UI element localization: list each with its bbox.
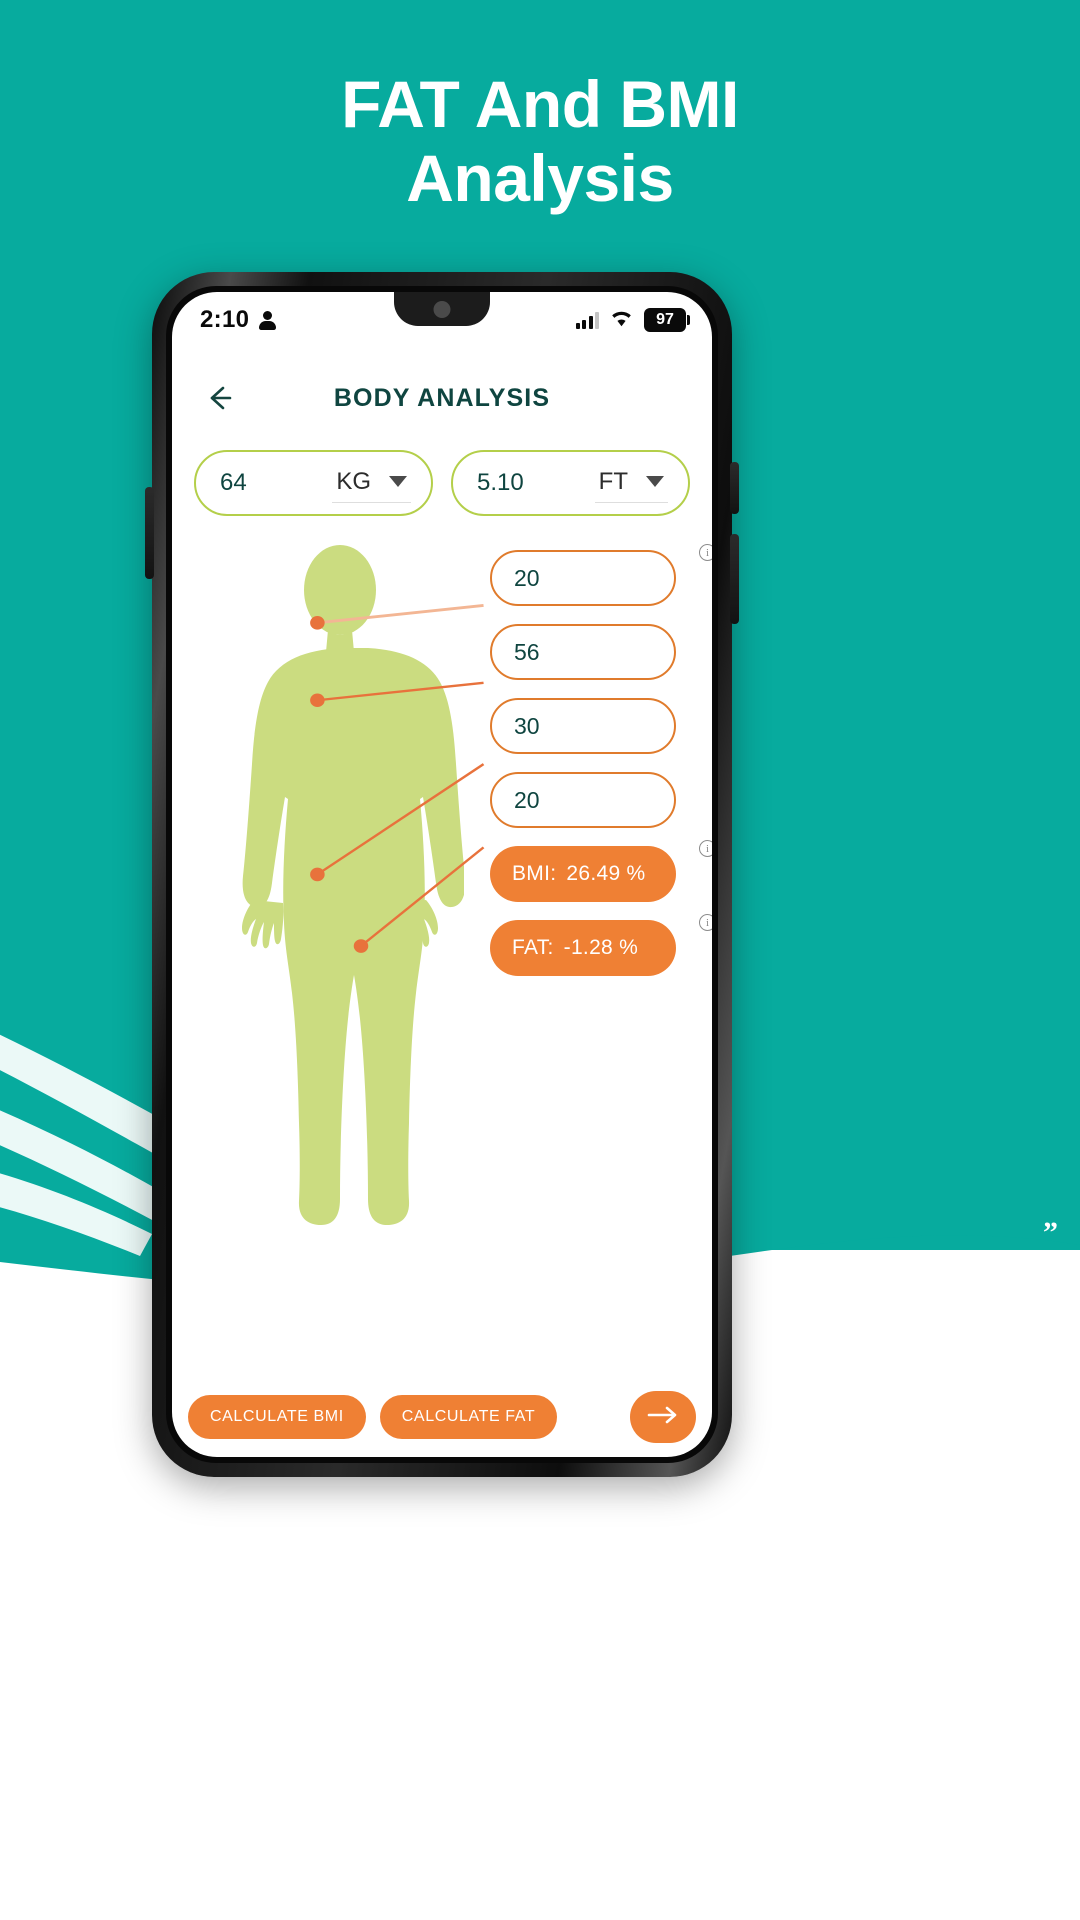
chest-measurement-input[interactable]: 56 [490,624,676,680]
camera-notch [394,292,490,326]
result-row-bmi: BMI: 26.49 % i [490,840,712,902]
chevron-down-icon [389,476,407,487]
unit-input-row: 64 KG 5.10 FT [172,450,712,516]
weight-unit-label: KG [336,467,371,495]
body-analysis-area: 20 i 56 30 20 BMI: 26.49 % i FAT: -1.28 … [172,528,712,1457]
phone-screen: 2:10 97 BODY ANALYSIS 64 KG 5.10 FT 20 i… [172,292,712,1457]
bmi-result-pill: BMI: 26.49 % [490,846,676,902]
decorative-quote-mark: ” [1043,1216,1058,1249]
height-value[interactable]: 5.10 [477,469,524,497]
hip-measurement-input[interactable]: 20 [490,772,676,828]
next-button[interactable] [630,1391,696,1443]
measurement-row-neck: 20 i [490,544,712,606]
status-bar-left: 2:10 [200,306,277,334]
phone-bezel: 2:10 97 BODY ANALYSIS 64 KG 5.10 FT 20 i… [166,286,718,1463]
status-bar-right: 97 [575,308,690,332]
waist-measurement-input[interactable]: 30 [490,698,676,754]
body-silhouette [242,545,464,1225]
weight-unit-select[interactable]: KG [332,464,411,503]
neck-info-icon[interactable]: i [699,544,712,561]
result-row-fat: FAT: -1.28 % i [490,914,712,976]
fat-result-pill: FAT: -1.28 % [490,920,676,976]
weight-value[interactable]: 64 [220,469,247,497]
measurement-row-chest: 56 [490,624,696,680]
calculate-bmi-button[interactable]: CALCULATE BMI [188,1395,366,1439]
promo-heading-line1: FAT And BMI [341,67,739,141]
calculate-fat-button[interactable]: CALCULATE FAT [379,1395,558,1439]
height-unit-label: FT [598,467,628,495]
back-arrow-icon[interactable] [202,381,236,415]
volume-button[interactable] [145,487,154,579]
phone-mockup: 2:10 97 BODY ANALYSIS 64 KG 5.10 FT 20 i… [145,272,739,1477]
page-title: BODY ANALYSIS [333,383,551,412]
measurement-row-waist: 30 [490,698,696,754]
fat-info-icon[interactable]: i [699,914,712,931]
bmi-result-value: 26.49 % [566,862,646,885]
front-camera-icon [433,301,451,318]
chevron-down-icon [646,476,664,487]
weight-input-field[interactable]: 64 KG [194,450,433,516]
measurement-row-hip: 20 [490,772,696,828]
height-input-field[interactable]: 5.10 FT [451,450,690,516]
measurement-column: 20 i 56 30 20 BMI: 26.49 % i FAT: -1.28 … [490,544,712,976]
app-bar: BODY ANALYSIS [172,366,712,430]
height-unit-select[interactable]: FT [594,464,668,503]
arrow-right-icon [646,1404,680,1431]
battery-indicator: 97 [644,308,690,332]
promo-heading-line2: Analysis [406,140,674,215]
promo-heading: FAT And BMI Analysis [0,67,1080,216]
fat-result-value: -1.28 % [563,936,639,959]
neck-measurement-input[interactable]: 20 [490,550,676,606]
person-icon [259,310,277,330]
signal-bars-icon [575,311,599,329]
bmi-result-label: BMI: [512,862,557,885]
fat-result-label: FAT: [512,936,554,959]
assistant-button[interactable] [730,534,739,624]
bmi-info-icon[interactable]: i [699,840,712,857]
bottom-action-bar: CALCULATE BMI CALCULATE FAT [172,1391,712,1443]
power-button[interactable] [730,462,739,514]
wifi-icon [610,309,633,332]
status-time: 2:10 [200,306,250,333]
